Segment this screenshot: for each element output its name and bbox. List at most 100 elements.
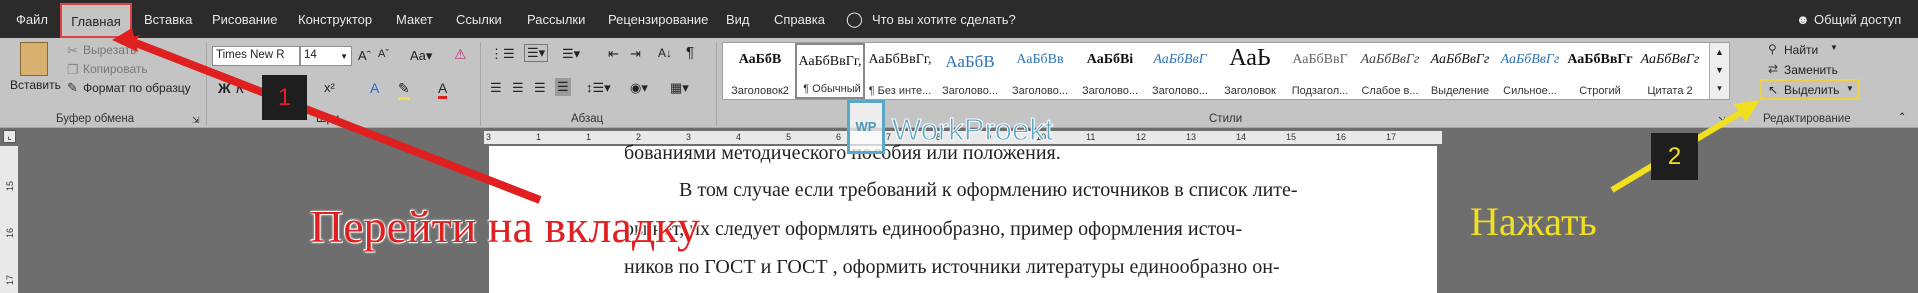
style-name: Заголово... (1011, 85, 1069, 97)
sort-icon[interactable]: A↓ (658, 46, 672, 60)
tab-layout[interactable]: Макет (396, 12, 433, 27)
select-button[interactable]: ↖ Выделить ▼ (1760, 79, 1860, 100)
style-tile[interactable]: АаБбВвГг Выделение (1425, 43, 1495, 99)
ruler-tick-label: 3 (686, 132, 692, 142)
tab-view[interactable]: Вид (726, 12, 750, 27)
vertical-ruler[interactable]: 15 16 17 (0, 146, 18, 293)
format-painter-button[interactable]: Формат по образцу (83, 81, 191, 95)
tab-mailings[interactable]: Рассылки (527, 12, 585, 27)
tab-selector-icon[interactable]: ⌞ (3, 130, 16, 143)
tab-references[interactable]: Ссылки (456, 12, 502, 27)
ruler-tick-label: 2 (636, 132, 642, 142)
style-tile[interactable]: АаБбВвГг, ¶ Без инте... (865, 43, 935, 99)
decrease-indent-icon[interactable]: ⇤ (608, 46, 619, 62)
ribbon-tab-bar: Файл Главная Вставка Рисование Конструкт… (0, 0, 1918, 38)
tab-file[interactable]: Файл (16, 12, 48, 27)
bold-icon[interactable]: Ж (218, 80, 231, 96)
style-tile[interactable]: АаБбВвГг Строгий (1565, 43, 1635, 99)
ruler-tick-label: 3 (486, 132, 492, 142)
clear-format-icon[interactable]: ⚠ (454, 46, 467, 63)
style-tile[interactable]: АаБбВвГг, ¶ Обычный (795, 43, 865, 99)
document-line: В том случае если требований к оформлени… (679, 179, 1298, 201)
style-name: ¶ Без инте... (868, 85, 932, 97)
font-name-combo[interactable]: Times New R (212, 46, 300, 66)
pilcrow-icon[interactable]: ¶ (686, 44, 694, 61)
tab-insert[interactable]: Вставка (144, 12, 192, 27)
ruler-tick-label: 6 (836, 132, 842, 142)
tab-review[interactable]: Рецензирование (608, 12, 708, 27)
tab-home[interactable]: Главная (60, 3, 132, 38)
document-line: ры нет, их следует оформлять единообразн… (624, 218, 1243, 240)
numbering-icon[interactable]: ☰▾ (524, 44, 549, 62)
replace-button[interactable]: Заменить (1784, 63, 1838, 77)
change-case-icon[interactable]: Aa▾ (410, 48, 432, 64)
ruler-tick-label: 15 (5, 181, 15, 192)
font-group-label: Шри (316, 113, 340, 125)
style-preview: АаБбВвГг, (868, 52, 932, 67)
align-center-icon[interactable]: ☰ (512, 80, 524, 96)
grow-font-icon[interactable]: Aˆ (358, 48, 371, 63)
style-tile[interactable]: АаБбВвГг Слабое в... (1355, 43, 1425, 99)
ruler-tick-label: 13 (1186, 132, 1197, 142)
style-name: Слабое в... (1361, 85, 1419, 97)
align-right-icon[interactable]: ☰ (534, 80, 546, 96)
tell-me-search[interactable]: Что вы хотите сделать? (872, 12, 1016, 27)
multilevel-list-icon[interactable]: ☰▾ (562, 46, 580, 62)
font-size-combo[interactable]: 14 ▼ (300, 46, 352, 66)
style-tile[interactable]: АаЬ Заголовок (1215, 43, 1285, 99)
font-color-icon[interactable]: A (438, 80, 448, 99)
justify-icon[interactable]: ☰ (555, 78, 571, 96)
paste-button[interactable]: Вставить (10, 78, 61, 92)
copy-button[interactable]: Копировать (83, 62, 148, 76)
tab-draw[interactable]: Рисование (212, 12, 277, 27)
bullets-icon[interactable]: ⋮☰ (490, 46, 515, 62)
tab-design[interactable]: Конструктор (298, 12, 372, 27)
text-effects-icon[interactable]: A (370, 80, 379, 96)
ruler-tick-label: 5 (786, 132, 792, 142)
ruler-tick-label: 15 (1286, 132, 1297, 142)
line-spacing-icon[interactable]: ↕☰▾ (586, 80, 611, 96)
style-tile[interactable]: АаБбВвГ Заголово... (1145, 43, 1215, 99)
italic-icon[interactable]: К (236, 80, 244, 96)
find-icon: ⚲ (1768, 42, 1777, 56)
chevron-down-icon: ▼ (1830, 43, 1838, 52)
shading-icon[interactable]: ◉▾ (630, 80, 648, 96)
watermark-logo-icon: WP (847, 100, 885, 154)
style-tile[interactable]: АаБбВв Заголово... (1005, 43, 1075, 99)
style-preview: АаЬ (1229, 45, 1271, 71)
style-tile[interactable]: АаБбВі Заголово... (1075, 43, 1145, 99)
ruler-tick-label: 7 (886, 132, 892, 142)
style-tile[interactable]: АаБбВ Заголовок2 (725, 43, 795, 99)
scissors-icon: ✂ (67, 43, 78, 58)
increase-indent-icon[interactable]: ⇥ (630, 46, 641, 62)
style-tile[interactable]: АаБбВвГ Подзагол... (1285, 43, 1355, 99)
chevron-down-icon: ▼ (1846, 84, 1854, 93)
style-name: Заголовок (1224, 85, 1276, 97)
style-tile[interactable]: АаБбВвГг Сильное... (1495, 43, 1565, 99)
styles-scroll[interactable]: ▲ ▼ ▾ (1709, 43, 1729, 99)
align-left-icon[interactable]: ☰ (490, 80, 502, 96)
style-preview: АаБбВв (1016, 52, 1064, 67)
style-preview: АаБбВ (945, 52, 995, 71)
superscript-icon[interactable]: x² (324, 80, 335, 95)
dialog-launcher-icon[interactable]: ⇲ (192, 115, 200, 126)
style-name: Сильное... (1503, 85, 1557, 97)
style-tile[interactable]: АаБбВ Заголово... (935, 43, 1005, 99)
group-divider (206, 42, 207, 126)
styles-dialog-launcher-icon[interactable]: ⇲ (1718, 115, 1726, 126)
borders-icon[interactable]: ▦▾ (670, 80, 689, 96)
style-preview: АаБбВі (1086, 52, 1134, 67)
paste-icon[interactable] (20, 42, 48, 76)
find-button[interactable]: Найти (1784, 43, 1818, 57)
tab-help[interactable]: Справка (774, 12, 825, 27)
collapse-ribbon-icon[interactable]: ⌃ (1898, 112, 1906, 123)
share-button[interactable]: Общий доступ (1814, 12, 1901, 27)
ruler-tick-label: 16 (5, 228, 15, 239)
style-preview: АаБбВвГг (1640, 52, 1700, 67)
style-preview: АаБбВвГ (1153, 52, 1207, 67)
highlight-color-icon[interactable]: ✎ (398, 80, 410, 100)
goto-tab-annotation: Перейти на вкладку (310, 201, 700, 252)
shrink-font-icon[interactable]: Aˇ (378, 48, 389, 60)
style-tile[interactable]: АаБбВвГг Цитата 2 (1635, 43, 1705, 99)
cut-button[interactable]: Вырезать (83, 43, 136, 57)
